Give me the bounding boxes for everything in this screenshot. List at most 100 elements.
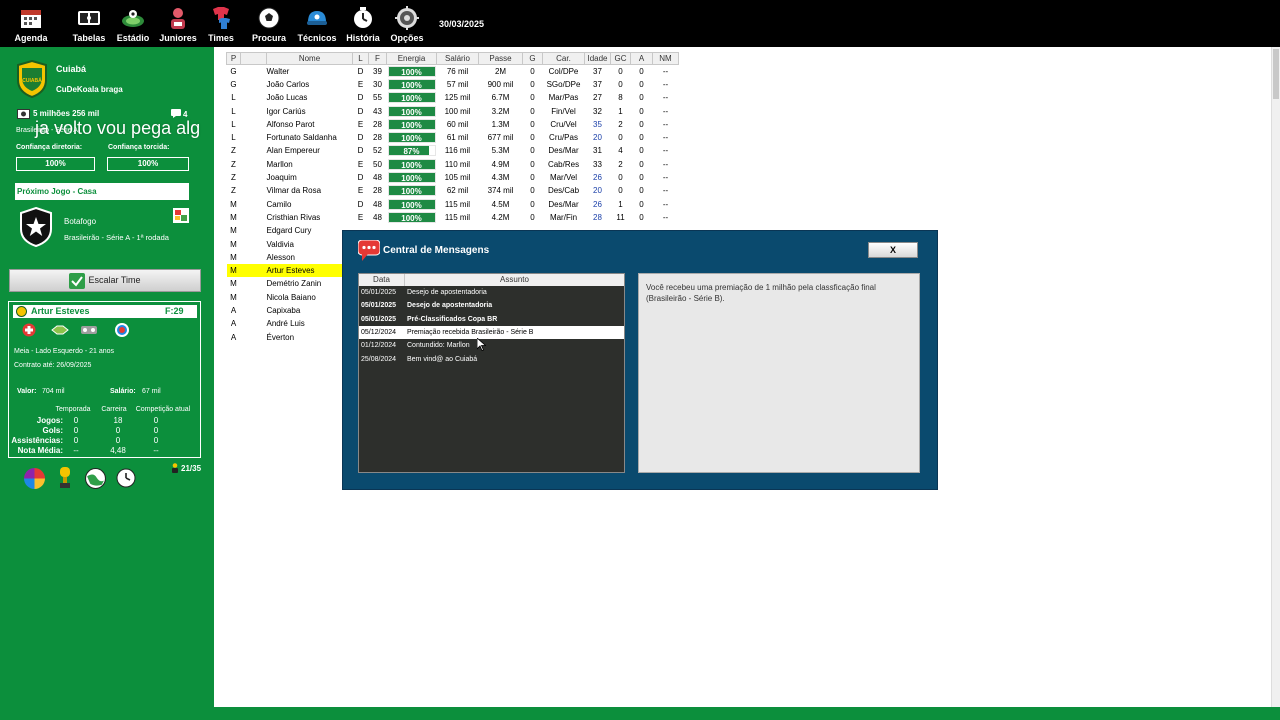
col-header-data[interactable]: Data [359,274,405,286]
roster-row[interactable]: M Cristhian Rivas E 48 100% 115 mil 4.2M 0 Mar/F… [227,211,679,224]
handshake-icon[interactable] [51,324,69,336]
escalar-time-button[interactable]: Escalar Time [9,269,201,292]
col-header-gc[interactable]: GC [610,52,631,65]
scrollbar-thumb[interactable] [1273,49,1279,99]
col-header-l[interactable]: L [352,52,369,65]
search-ball-icon [258,7,280,29]
col-header-salario[interactable]: Salário [436,52,479,65]
message-item[interactable]: 05/12/2024 Premiação recebida Brasileirão… [359,325,624,339]
cell-age: 35 [593,119,602,129]
stats-row-label: Jogos: [36,416,63,425]
stats-row-label: Assistências: [11,436,63,445]
toolbar-procura-button[interactable]: Procura [245,6,293,43]
message-item[interactable]: 05/01/2025 Pré-Classificados Copa BR [359,313,624,326]
cell-traits: Fin/Vel [551,106,576,116]
toolbar-tabelas-button[interactable]: Tabelas [65,6,113,43]
roster-row[interactable]: L Fortunato Saldanha D 28 100% 61 mil 677 mil 0… [227,131,679,144]
col-header-car[interactable]: Car. [542,52,585,65]
toolbar-agenda-button[interactable]: Agenda [7,6,55,43]
roster-row[interactable]: L Igor Cariús D 43 100% 100 mil 3.2M 0 Fin/Vel 32… [227,104,679,117]
col-header-p[interactable]: P [226,52,241,65]
roster-row[interactable]: Z Joaquim D 48 100% 105 mil 4.3M 0 Mar/Vel 26 0 0 -- [227,171,679,184]
cell-name: Nicola Baiano [266,292,316,302]
money-icon [17,109,30,119]
col-header-passe[interactable]: Passe [478,52,523,65]
fans-confidence-label: Confiança torcida: [108,144,170,151]
stats-cell: 0 [153,426,159,435]
match-info-icon[interactable] [173,208,189,223]
cell-age: 37 [593,79,602,89]
toolbar-label: História [346,33,380,43]
trophy-icon[interactable] [57,467,73,489]
message-center-dialog: Central de Mensagens X Data Assunto 05/0… [342,230,938,490]
col-header-idade[interactable]: Idade [584,52,611,65]
message-item[interactable]: 25/08/2024 Bem vind@ ao Cuiabá [359,353,624,366]
message-date: 05/01/2025 [361,289,397,296]
col-header-nome[interactable]: Nome [266,52,353,65]
cell-traits: Mar/Vel [549,173,578,183]
player-value: 704 mil [42,388,65,395]
toolbar-estadio-button[interactable]: Estádio [109,6,157,43]
energy-bar: 100% [387,185,436,197]
transfer-icon[interactable] [80,324,98,336]
roster-row[interactable]: G João Carlos E 30 100% 57 mil 900 mil 0 SGo/DPe… [227,78,679,91]
schedule-clock-icon[interactable] [116,468,136,488]
toolbar-opcoes-button[interactable]: Opções [383,6,431,43]
col-header-nm[interactable]: NM [652,52,679,65]
options-gear-icon [395,6,419,30]
cell-position: Z [231,173,236,183]
stats-row: Gols: 0 0 0 [9,426,202,436]
message-item[interactable]: 05/01/2025 Desejo de apostentadoria [359,286,624,299]
toolbar-historia-button[interactable]: História [339,6,387,43]
toolbar-juniores-button[interactable]: Juniores [154,6,202,43]
cell-spacer [241,251,267,264]
injury-icon[interactable] [22,323,36,337]
cell-age: 26 [593,199,602,209]
cell-spacer [241,144,267,157]
target-icon[interactable] [114,322,130,338]
stats-cell: 0 [153,436,159,445]
message-item[interactable]: 05/01/2025 Desejo de apostentadoria [359,299,624,312]
messages-icon[interactable] [171,109,181,118]
close-button[interactable]: X [868,242,918,258]
stats-cell: -- [153,446,159,455]
energy-bar: 100% [387,158,436,170]
cell-gc: 0 [618,79,623,89]
cell-force: 28 [373,186,382,196]
cell-energy: 100% [387,78,437,91]
cell-gc: 2 [618,159,623,169]
roster-row[interactable]: Z Vilmar da Rosa E 28 100% 62 mil 374 mil 0 Des/… [227,184,679,197]
message-item[interactable]: 01/12/2024 Contundido: Marllon [359,339,624,352]
col-header-energia[interactable]: Energia [386,52,437,65]
cell-position: G [230,79,237,89]
color-wheel-icon[interactable] [24,468,45,489]
roster-row[interactable]: G Walter D 39 100% 76 mil 2M 0 Col/DPe 37 0 0 -- [227,65,679,78]
col-header-f[interactable]: F [368,52,387,65]
col-header-assunto[interactable]: Assunto [405,274,624,286]
cell-name: Alfonso Parot [266,119,315,129]
message-date: 01/12/2024 [361,342,397,350]
player-salary-label: Salário: [110,388,136,395]
cell-spacer [241,158,267,171]
toolbar-tecnicos-button[interactable]: Técnicos [293,6,341,43]
overlay-caption: ja volto vou pega alg [35,118,201,138]
roster-row[interactable]: Z Marllon E 50 100% 110 mil 4.9M 0 Cab/Res 33 2 0 -- [227,158,679,171]
col-header-a[interactable]: A [630,52,653,65]
cell-spacer [241,211,267,224]
cell-traits: Des/Mar [548,199,579,209]
cell-nm: -- [662,119,669,129]
cell-spacer [241,184,267,197]
cell-a: 0 [639,119,644,129]
roster-row[interactable]: Z Alan Empereur D 52 87% 116 mil 5.3M 0 Des/Mar 3… [227,144,679,157]
cell-pass: 6.7M [491,93,510,103]
world-ball-icon[interactable] [85,468,106,489]
roster-scrollbar[interactable] [1271,47,1280,707]
cell-name: Edgard Cury [266,226,312,236]
stats-cell: 0 [73,426,79,435]
col-header-g[interactable]: G [522,52,543,65]
toolbar-times-button[interactable]: Times [197,6,245,43]
roster-row[interactable]: M Camilo D 48 100% 115 mil 4.5M 0 Des/Mar 26 1 0 -- [227,197,679,210]
cell-energy: 100% [387,171,437,184]
roster-row[interactable]: L Alfonso Parot E 28 100% 60 mil 1.3M 0 Cru/Vel 3… [227,118,679,131]
roster-row[interactable]: L João Lucas D 55 100% 125 mil 6.7M 0 Mar/Pas 27 8… [227,91,679,104]
